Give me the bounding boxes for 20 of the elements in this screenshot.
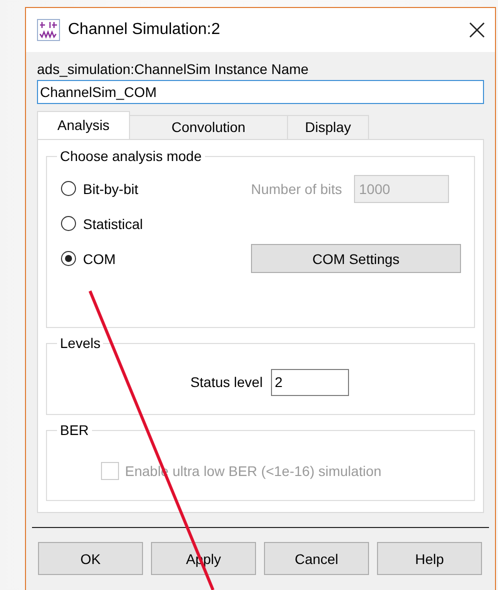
tab[interactable]: Display [287, 115, 369, 139]
dialog-button[interactable]: Help [377, 542, 482, 575]
radio-button[interactable] [61, 181, 76, 196]
radio-label: COM [83, 250, 116, 266]
instance-name-field[interactable]: ChannelSim_COM [37, 80, 484, 104]
status-level-label: Status level [190, 374, 263, 390]
field-label: ads_simulation:ChannelSim Instance Name [37, 60, 310, 78]
tab[interactable]: Analysis [37, 111, 130, 139]
radio-label: Bit-by-bit [83, 180, 138, 196]
dialog-button[interactable]: Cancel [264, 542, 369, 575]
radio-button[interactable] [61, 251, 76, 266]
window-title: Channel Simulation:2 [68, 21, 222, 39]
waveform-icon [37, 19, 60, 41]
close-icon[interactable] [469, 22, 485, 38]
field-label: Number of bits [251, 180, 344, 196]
dialog-button[interactable]: OK [38, 542, 143, 575]
status-level-field[interactable]: 2 [270, 368, 349, 396]
settings-button[interactable]: COM Settings [251, 244, 461, 273]
radio-label: Statistical [83, 216, 143, 232]
radio-button[interactable] [61, 216, 76, 231]
